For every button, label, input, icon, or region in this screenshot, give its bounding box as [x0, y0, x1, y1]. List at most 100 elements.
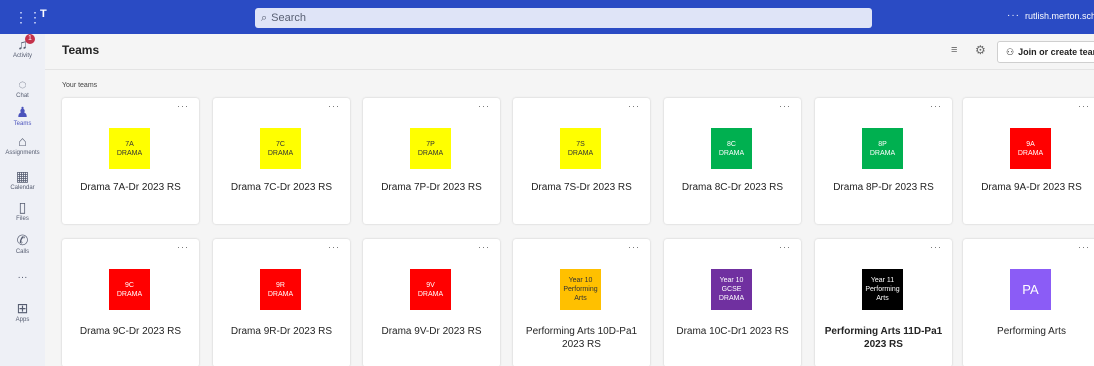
filter-icon[interactable]: ≡	[951, 44, 957, 56]
team-avatar-text: PA	[1022, 282, 1039, 297]
team-card[interactable]: ··· 8C DRAMA Drama 8C-Dr 2023 RS	[664, 98, 801, 224]
app-launcher-icon[interactable]: ⋮⋮	[14, 8, 42, 26]
more-options-icon[interactable]: ···	[177, 242, 189, 252]
rail-item-label: Chat	[16, 93, 29, 99]
gear-icon[interactable]: ⚙	[975, 43, 986, 57]
rail-item-calls[interactable]: ✆ Calls	[0, 232, 45, 256]
rail-item-calendar[interactable]: ▦ Calendar	[0, 168, 45, 192]
search-input[interactable]: ⌕ Search	[255, 8, 872, 28]
more-options-icon[interactable]: ···	[779, 242, 791, 252]
team-avatar-text: DRAMA	[417, 149, 444, 157]
more-options-icon[interactable]: ···	[628, 101, 640, 111]
team-card[interactable]: ··· Year 10 Performing Arts Performing Arts …	[513, 239, 650, 366]
team-name: Performing Arts	[997, 326, 1066, 337]
team-card[interactable]: ··· PA Performing Arts	[963, 239, 1094, 366]
team-card[interactable]: ··· 7S DRAMA Drama 7S-Dr 2023 RS	[513, 98, 650, 224]
top-bar: ⋮⋮ T ⌕Search ··· rutlish.merton.sch.uk	[0, 0, 1094, 34]
rail-item-files[interactable]: ▯ Files	[0, 199, 45, 223]
team-avatar: 8C DRAMA	[711, 128, 752, 169]
more-options-icon[interactable]: ···	[1078, 101, 1090, 111]
rail-item-label: Assignments	[5, 150, 40, 156]
section-label: Your teams	[62, 82, 98, 89]
rail-item-teams[interactable]: ♟ Teams	[0, 104, 45, 128]
team-card[interactable]: ··· 8P DRAMA Drama 8P-Dr 2023 RS	[815, 98, 952, 224]
apps-icon: ⊞	[16, 300, 29, 316]
team-name: Performing Arts 10D-Pa1 2023 RS	[525, 326, 638, 350]
team-name: Drama 7S-Dr 2023 RS	[531, 182, 632, 193]
more-options-icon[interactable]: ···	[1078, 242, 1090, 252]
more-options-icon[interactable]: ···	[177, 101, 189, 111]
team-avatar-text: Arts	[876, 295, 889, 302]
team-card[interactable]: ··· 9A DRAMA Drama 9A-Dr 2023 RS	[963, 98, 1094, 224]
team-avatar: Year 11 Performing Arts	[862, 269, 903, 310]
team-avatar-text: 8C	[727, 140, 736, 148]
team-avatar: 7A DRAMA	[109, 128, 150, 169]
team-name: Drama 9A-Dr 2023 RS	[981, 182, 1082, 193]
more-options-icon[interactable]: ···	[328, 242, 340, 252]
more-options-icon[interactable]: ···	[930, 101, 942, 111]
team-card[interactable]: ··· 7C DRAMA Drama 7C-Dr 2023 RS	[213, 98, 350, 224]
rail-item-more[interactable]: ···	[0, 270, 45, 286]
team-avatar-text: 9A	[1026, 140, 1035, 148]
file-icon: ▯	[18, 199, 27, 215]
app-rail: ♫ 1 Activity ◌ Chat ♟ Teams ⌂ Assignment…	[0, 34, 45, 366]
team-avatar-text: DRAMA	[116, 149, 143, 157]
rail-item-label: Apps	[15, 317, 30, 323]
rail-item-apps[interactable]: ⊞ Apps	[0, 300, 45, 324]
rail-item-label: Files	[16, 216, 29, 222]
team-avatar-text: 7A	[125, 140, 134, 148]
team-card[interactable]: ··· Year 11 Performing Arts Performing Arts …	[815, 239, 952, 366]
team-name: Drama 8C-Dr 2023 RS	[681, 182, 784, 193]
rail-item-label: Teams	[13, 121, 32, 127]
team-avatar-text: Year 10	[568, 277, 593, 284]
team-avatar-text: 9V	[426, 281, 435, 289]
more-options-icon[interactable]: ···	[930, 242, 942, 252]
more-options-icon[interactable]: ···	[1007, 10, 1020, 21]
more-options-icon[interactable]: ···	[628, 242, 640, 252]
join-or-create-team-button[interactable]: ⚇ Join or create team	[997, 41, 1094, 63]
team-avatar-text: 7C	[276, 140, 285, 148]
team-card[interactable]: ··· 9C DRAMA Drama 9C-Dr 2023 RS	[62, 239, 199, 366]
team-name: Drama 7P-Dr 2023 RS	[381, 182, 482, 193]
team-avatar-text: 9R	[276, 281, 285, 289]
team-avatar-text: Performing	[563, 286, 598, 293]
team-card[interactable]: ··· 7P DRAMA Drama 7P-Dr 2023 RS	[363, 98, 500, 224]
main-content: Teams ≡ ⚙ ⚇ Join or create team Your team…	[45, 34, 1094, 366]
team-avatar-text: 9C	[125, 281, 134, 289]
assignments-icon: ⌂	[18, 133, 27, 149]
team-name: Drama 7A-Dr 2023 RS	[80, 182, 181, 193]
team-card[interactable]: ··· 7A DRAMA Drama 7A-Dr 2023 RS	[62, 98, 199, 224]
team-avatar-text: DRAMA	[417, 290, 444, 298]
rail-item-label: Calls	[15, 249, 30, 255]
more-options-icon[interactable]: ···	[478, 101, 490, 111]
team-avatar: 9A DRAMA	[1010, 128, 1051, 169]
team-avatar-text: Performing	[865, 286, 900, 293]
team-avatar-text: DRAMA	[116, 290, 143, 298]
team-name: Drama 7C-Dr 2023 RS	[230, 182, 333, 193]
team-name: Drama 8P-Dr 2023 RS	[833, 182, 934, 193]
team-avatar-text: DRAMA	[869, 149, 896, 157]
rail-item-assignments[interactable]: ⌂ Assignments	[0, 133, 45, 157]
team-avatar-text: 7P	[426, 140, 435, 148]
team-card[interactable]: ··· 9V DRAMA Drama 9V-Dr 2023 RS	[363, 239, 500, 366]
more-options-icon[interactable]: ···	[328, 101, 340, 111]
team-avatar-text: 7S	[576, 140, 585, 148]
team-name: Drama 9R-Dr 2023 RS	[230, 326, 333, 337]
account-domain[interactable]: rutlish.merton.sch.uk	[1025, 11, 1094, 21]
phone-icon: ✆	[16, 232, 29, 248]
rail-item-activity[interactable]: ♫ 1 Activity	[0, 34, 45, 60]
team-card[interactable]: ··· 9R DRAMA Drama 9R-Dr 2023 RS	[213, 239, 350, 366]
page-title: Teams	[62, 43, 100, 57]
bell-icon: ♫	[17, 36, 28, 52]
team-avatar: PA	[1010, 269, 1051, 310]
rail-item-chat[interactable]: ◌ Chat	[0, 76, 45, 100]
team-card[interactable]: ··· Year 10 GCSE DRAMA Drama 10C-Dr1 2023 RS	[664, 239, 801, 366]
rail-item-label: Calendar	[10, 185, 35, 191]
more-options-icon[interactable]: ···	[478, 242, 490, 252]
team-avatar: 9V DRAMA	[410, 269, 451, 310]
team-name: Performing Arts 11D-Pa1 2023 RS	[824, 326, 943, 350]
join-button-label: Join or create team	[1018, 47, 1094, 57]
team-avatar-text: Arts	[574, 295, 587, 302]
more-options-icon[interactable]: ···	[779, 101, 791, 111]
rail-item-label: Activity	[12, 53, 32, 59]
